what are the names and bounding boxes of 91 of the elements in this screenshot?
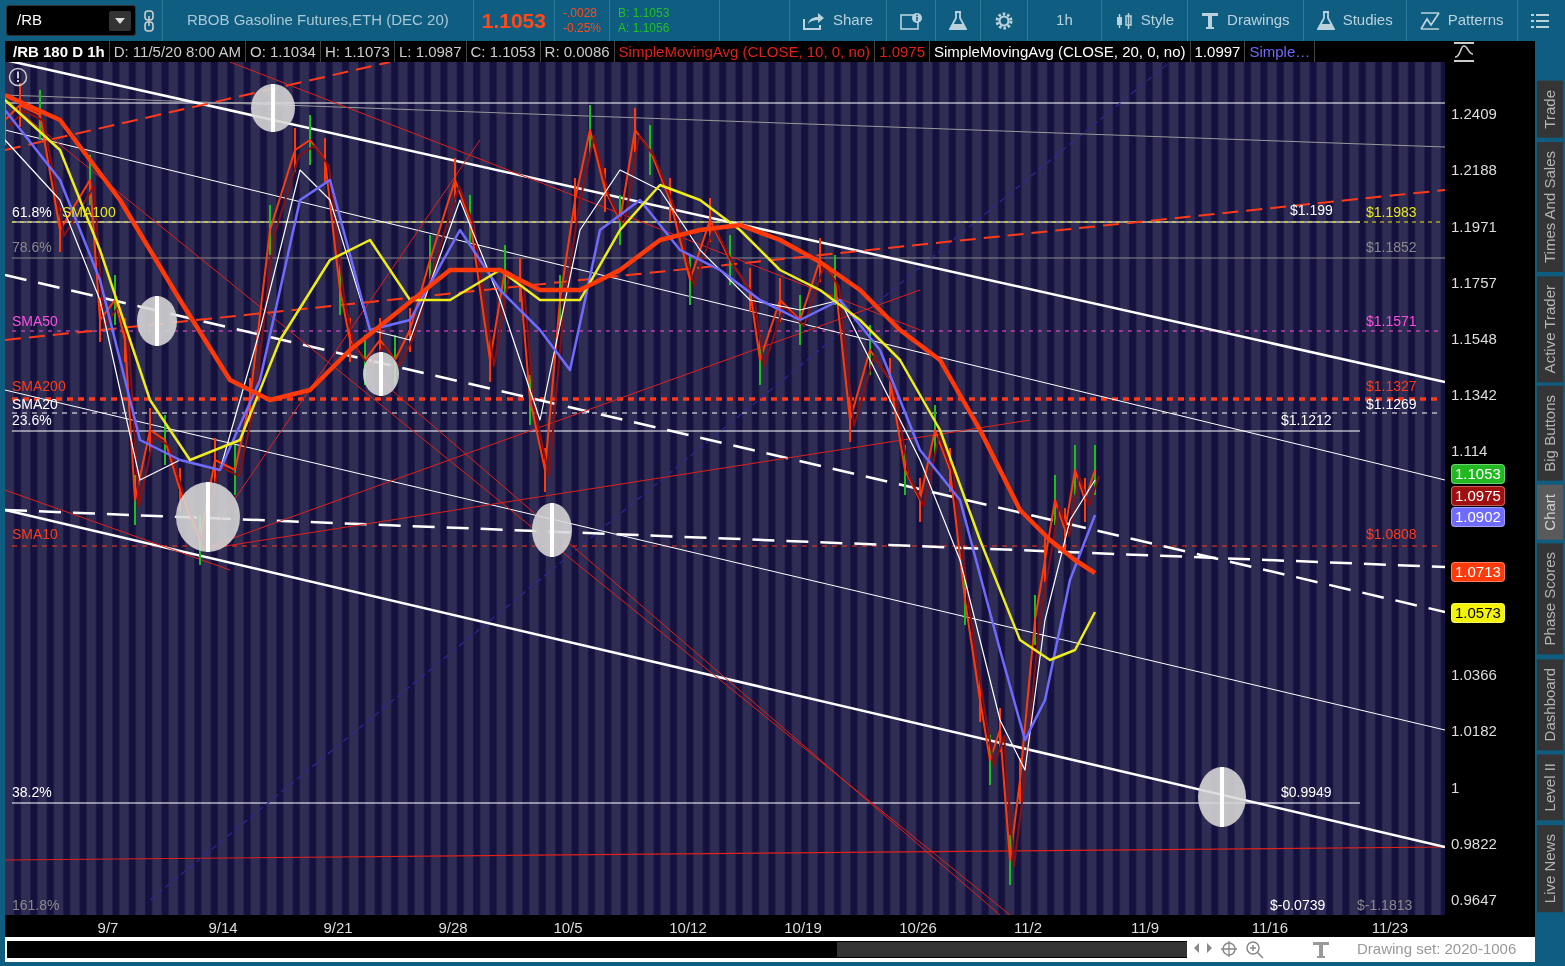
link-icon[interactable] <box>144 9 154 32</box>
pattern-chart-icon <box>1419 11 1440 30</box>
side-tab[interactable]: Trade <box>1537 81 1563 138</box>
marker-ellipse <box>532 503 572 557</box>
level-price-label: $-0.0739 <box>1270 897 1326 913</box>
ask-price: A: 1.1056 <box>618 20 671 36</box>
symbol-field[interactable]: /RB <box>6 5 136 36</box>
date-axis-label: 10/12 <box>669 918 707 938</box>
side-tab[interactable]: Phase Scores <box>1537 543 1563 655</box>
flask-icon <box>1316 10 1335 31</box>
price-axis-label: 1.1548 <box>1451 330 1497 347</box>
level-label: 23.6% <box>12 412 52 428</box>
level-price-label: $0.9949 <box>1281 784 1332 800</box>
level-price-label: $1.0808 <box>1366 526 1417 542</box>
date-axis-label: 11/16 <box>1251 918 1289 938</box>
date-axis-label: 10/5 <box>553 918 583 938</box>
candlestick-icon <box>1114 11 1133 30</box>
side-tab[interactable]: Live News <box>1537 824 1563 912</box>
marker-ellipse <box>251 84 295 132</box>
price-axis-label: 0.9647 <box>1451 891 1497 908</box>
menu-icon <box>1530 12 1549 29</box>
level-price-label: $1.1852 <box>1366 239 1417 255</box>
level-price-label: $1.1212 <box>1281 412 1332 428</box>
level-price-label: $1.1269 <box>1366 396 1417 412</box>
percent-change: -0.25% <box>563 20 601 36</box>
side-tab[interactable]: Active Trader <box>1537 275 1563 382</box>
crosshair-icon[interactable] <box>1219 940 1239 959</box>
side-tab[interactable]: Times And Sales <box>1537 141 1563 272</box>
date-axis-label: 9/7 <box>97 918 119 938</box>
side-tab[interactable]: Dashboard <box>1537 658 1563 751</box>
dropdown-button[interactable] <box>109 10 131 31</box>
price-axis-label: 1.1971 <box>1451 218 1497 235</box>
date-axis-label: 11/9 <box>1130 918 1160 938</box>
level-label: SMA20 <box>12 396 58 412</box>
last-price: 1.1053 <box>481 7 546 34</box>
symbol-text: /RB <box>17 10 42 31</box>
level-price-label: $1.1571 <box>1366 313 1417 329</box>
price-axis-label: 1.1342 <box>1451 386 1497 403</box>
level-label: SMA50 <box>12 313 58 329</box>
price-axis-label: 1.1757 <box>1451 274 1497 291</box>
caret-icon <box>115 17 125 24</box>
side-tab[interactable]: Big Buttons <box>1537 386 1563 481</box>
info-window-icon <box>900 11 923 30</box>
date-axis-label: 10/19 <box>784 918 822 938</box>
price-axis-label: 1.0366 <box>1451 666 1497 683</box>
date-axis-label: 9/28 <box>438 918 468 938</box>
level-label: SMA10 <box>12 526 58 542</box>
side-tab[interactable]: Chart <box>1537 484 1563 540</box>
marker-ellipse <box>137 296 177 346</box>
level-label: 61.8% <box>12 204 52 220</box>
marker-ellipse <box>363 352 399 396</box>
price-axis-label: 1 <box>1451 779 1460 796</box>
price-tag: 1.0713 <box>1451 562 1505 582</box>
scrollbar[interactable] <box>7 941 1187 958</box>
price-tag: 1.0975 <box>1451 486 1505 506</box>
side-tab[interactable]: Level II <box>1537 754 1563 821</box>
text-tool-icon[interactable] <box>1311 940 1331 959</box>
zoom-in-icon[interactable] <box>1245 940 1265 959</box>
level-price-label: $-1.1813 <box>1357 897 1413 913</box>
flask-icon <box>949 10 968 31</box>
level-label: 78.6% <box>12 239 52 255</box>
marker-ellipse <box>1198 767 1246 827</box>
alert-icon[interactable] <box>8 67 28 87</box>
price-tag: 1.0573 <box>1451 603 1505 623</box>
marker-ellipse <box>176 482 240 552</box>
date-axis-label: 9/14 <box>208 918 238 938</box>
date-axis-label: 10/26 <box>899 918 937 938</box>
bid-price: B: 1.1053 <box>618 5 671 21</box>
symbol-description: RBOB Gasoline Futures,ETH (DEC 20) <box>187 10 449 31</box>
price-axis-label: 0.9822 <box>1451 835 1497 852</box>
level-label: 161.8% <box>12 897 60 913</box>
level-label: SMA200 <box>12 378 66 394</box>
level-price-label: $1.199 <box>1290 202 1333 218</box>
price-tag: 1.0902 <box>1451 507 1505 527</box>
date-axis-label: 11/23 <box>1371 918 1409 938</box>
price-axis-label: 1.2188 <box>1451 161 1497 178</box>
date-axis-label: 11/2 <box>1013 918 1043 938</box>
level-label: 38.2% <box>12 784 52 800</box>
price-axis-label: 1.0182 <box>1451 722 1497 739</box>
level-price-label: $1.1983 <box>1366 204 1417 220</box>
price-axis-label: 1.114 <box>1451 442 1488 459</box>
price-axis-label: 1.2409 <box>1451 105 1497 122</box>
level-price-label: $1.1327 <box>1366 378 1417 394</box>
net-change: -.0028 <box>563 5 598 21</box>
scrollbar-thumb[interactable] <box>837 942 1187 957</box>
text-tool-icon <box>1201 11 1220 30</box>
studies-icon[interactable] <box>1453 41 1475 62</box>
date-axis-label: 9/21 <box>323 918 353 938</box>
share-icon <box>803 11 825 30</box>
settings-icon <box>994 10 1015 31</box>
price-tag: 1.1053 <box>1451 464 1505 484</box>
